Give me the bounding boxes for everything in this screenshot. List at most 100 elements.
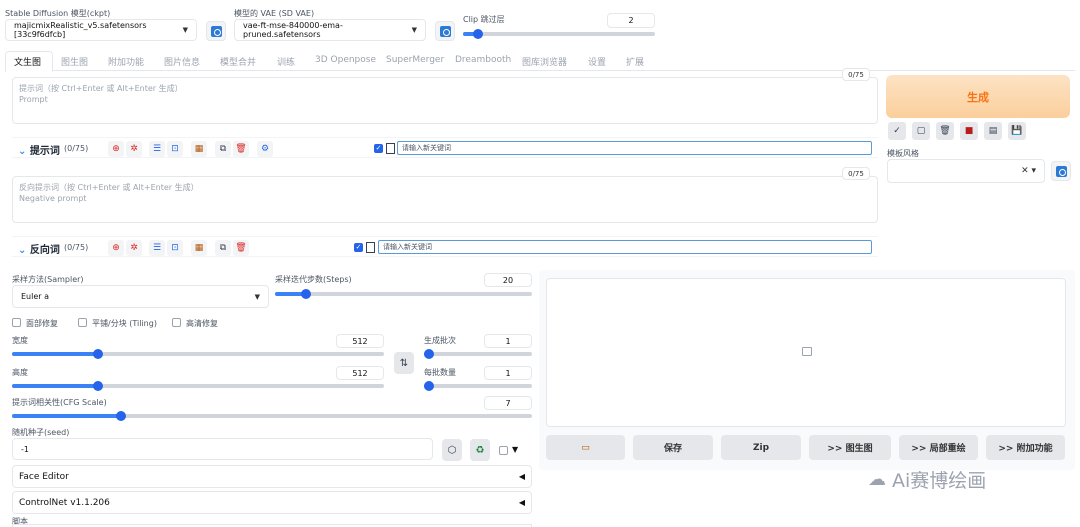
reuse-seed-button[interactable]: ♻ [470, 439, 490, 461]
slider-thumb[interactable] [473, 29, 484, 39]
slider-thumb[interactable] [92, 381, 103, 391]
clipboard-icon[interactable]: ▤ [984, 122, 1002, 140]
panel-icon[interactable] [386, 143, 395, 154]
gear-icon[interactable]: ✲ [126, 141, 142, 157]
tab-dreambooth[interactable]: Dreambooth [455, 55, 511, 69]
list-icon[interactable]: ☰ [149, 141, 165, 157]
clip-slider[interactable] [463, 29, 655, 39]
batch-size-slider[interactable] [424, 381, 532, 391]
height-slider[interactable] [12, 381, 384, 391]
hires-label: 高清修复 [186, 319, 218, 328]
send-to-extras-button[interactable]: >> 附加功能 [986, 435, 1065, 460]
hires-checkbox[interactable] [172, 318, 181, 327]
swap-dimensions-button[interactable]: ⇅ [394, 352, 414, 374]
copy-icon[interactable]: ⧉ [215, 141, 231, 157]
style-refresh-button[interactable] [1051, 161, 1071, 181]
keyword-checkbox[interactable]: ✓ [354, 243, 363, 252]
extra-seed-checkbox[interactable] [499, 446, 508, 455]
clear-icon[interactable]: ✕ ▾ [1021, 166, 1036, 176]
tab-img2img[interactable]: 图生图 [61, 55, 88, 69]
tab-png-info[interactable]: 图片信息 [164, 55, 200, 69]
random-seed-button[interactable]: ⬡ [442, 439, 462, 461]
tab-extensions[interactable]: 扩展 [626, 55, 644, 69]
batch-count-slider[interactable] [424, 349, 532, 359]
cfg-number-input[interactable]: 7 [484, 396, 532, 410]
width-slider[interactable] [12, 349, 384, 359]
send-to-inpaint-button[interactable]: >> 局部重绘 [899, 435, 978, 460]
translate-icon[interactable]: ▦ [191, 141, 207, 157]
steps-number-input[interactable]: 20 [484, 273, 532, 287]
tab-txt2img[interactable]: 文生图 [14, 55, 41, 69]
ckpt-value: majicmixRealistic_v5.safetensors [33c9f6… [14, 21, 147, 39]
tab-settings[interactable]: 设置 [588, 55, 606, 69]
watermark: ☁ Ai赛博绘画 [868, 466, 986, 493]
controlnet-accordion[interactable]: ControlNet v1.1.206 ◀ [12, 491, 532, 514]
vae-select[interactable]: vae-ft-mse-840000-ema-pruned.safetensors… [234, 19, 426, 41]
bookmark-icon[interactable]: ■ [960, 122, 978, 140]
slider-fill [12, 414, 122, 418]
steps-slider[interactable] [275, 289, 532, 299]
negative-toolbar-header[interactable]: ⌄ 反向词 [18, 241, 60, 256]
slider-thumb[interactable] [116, 411, 127, 421]
cfg-slider[interactable] [12, 411, 532, 421]
trash-icon[interactable]: 🗑 [233, 141, 249, 157]
trash-icon[interactable]: 🗑 [936, 122, 954, 140]
face-restore-checkbox[interactable] [12, 318, 21, 327]
generate-button[interactable]: 生成 [886, 75, 1070, 118]
width-number-input[interactable]: 512 [336, 334, 384, 348]
copy-icon[interactable]: ⧉ [215, 240, 231, 256]
negative-keyword-input[interactable]: 请输入新关键词 [378, 240, 872, 254]
prompt-keyword-input[interactable]: 请输入新关键词 [397, 141, 872, 155]
panel-icon[interactable] [366, 242, 375, 253]
recycle-icon: ♻ [475, 444, 485, 456]
prompt-placeholder-en: Prompt [19, 95, 48, 104]
tab-supermerger[interactable]: SuperMerger [386, 55, 444, 69]
tab-image-browser[interactable]: 图库浏览器 [522, 55, 567, 69]
ckpt-select[interactable]: majicmixRealistic_v5.safetensors [33c9f6… [5, 19, 197, 41]
sampler-select[interactable]: Euler a ▼ [12, 285, 269, 308]
tiling-checkbox[interactable] [78, 318, 87, 327]
negative-token-counter: 0/75 [842, 167, 870, 180]
face-editor-accordion[interactable]: Face Editor ◀ [12, 465, 532, 488]
globe-icon[interactable]: ⊕ [108, 240, 124, 256]
negative-prompt-textarea[interactable]: 反向提示词（按 Ctrl+Enter 或 Alt+Enter 生成） Negat… [12, 176, 878, 223]
height-number-input[interactable]: 512 [336, 366, 384, 380]
translate-icon[interactable]: ▦ [191, 240, 207, 256]
tab-model-merge[interactable]: 模型合并 [220, 55, 256, 69]
slider-thumb[interactable] [424, 349, 434, 359]
vae-refresh-button[interactable] [435, 21, 455, 41]
save-button[interactable]: 保存 [633, 435, 713, 460]
settings-icon[interactable]: ⚙ [257, 141, 273, 157]
refresh-icon [210, 25, 222, 37]
caret-down-icon[interactable]: ▼ [512, 445, 518, 454]
tab-train[interactable]: 训练 [277, 55, 295, 69]
style-select[interactable]: ✕ ▾ [887, 159, 1045, 183]
check-icon[interactable]: ✓ [888, 122, 906, 140]
slider-fill [12, 352, 98, 356]
send-to-img2img-button[interactable]: >> 图生图 [809, 435, 891, 460]
batch-count-input[interactable]: 1 [484, 334, 532, 348]
batch-size-input[interactable]: 1 [484, 366, 532, 380]
save-icon[interactable]: 💾 [1008, 122, 1026, 140]
bookmark-icon[interactable]: ⊡ [167, 240, 183, 256]
list-icon[interactable]: ☰ [149, 240, 165, 256]
open-folder-button[interactable]: ▭ [546, 435, 625, 460]
tab-extras[interactable]: 附加功能 [108, 55, 144, 69]
slider-thumb[interactable] [92, 349, 103, 359]
globe-icon[interactable]: ⊕ [108, 141, 124, 157]
keyword-checkbox[interactable]: ✓ [374, 144, 383, 153]
ckpt-refresh-button[interactable] [206, 21, 226, 41]
prompt-toolbar-header[interactable]: ⌄ 提示词 [18, 142, 60, 157]
slider-thumb[interactable] [300, 289, 311, 299]
clip-number-input[interactable]: 2 [607, 13, 655, 28]
bookmark-icon[interactable]: ⊡ [167, 141, 183, 157]
gear-icon[interactable]: ✲ [126, 240, 142, 256]
slider-thumb[interactable] [424, 381, 434, 391]
seed-input[interactable]: -1 [12, 438, 433, 460]
copy-icon[interactable]: ▢ [912, 122, 930, 140]
prompt-textarea[interactable]: 提示词（按 Ctrl+Enter 或 Alt+Enter 生成） Prompt [12, 77, 878, 124]
width-label: 宽度 [12, 336, 28, 345]
trash-icon[interactable]: 🗑 [233, 240, 249, 256]
zip-button[interactable]: Zip [721, 435, 801, 460]
tab-3d-openpose[interactable]: 3D Openpose [315, 55, 376, 69]
